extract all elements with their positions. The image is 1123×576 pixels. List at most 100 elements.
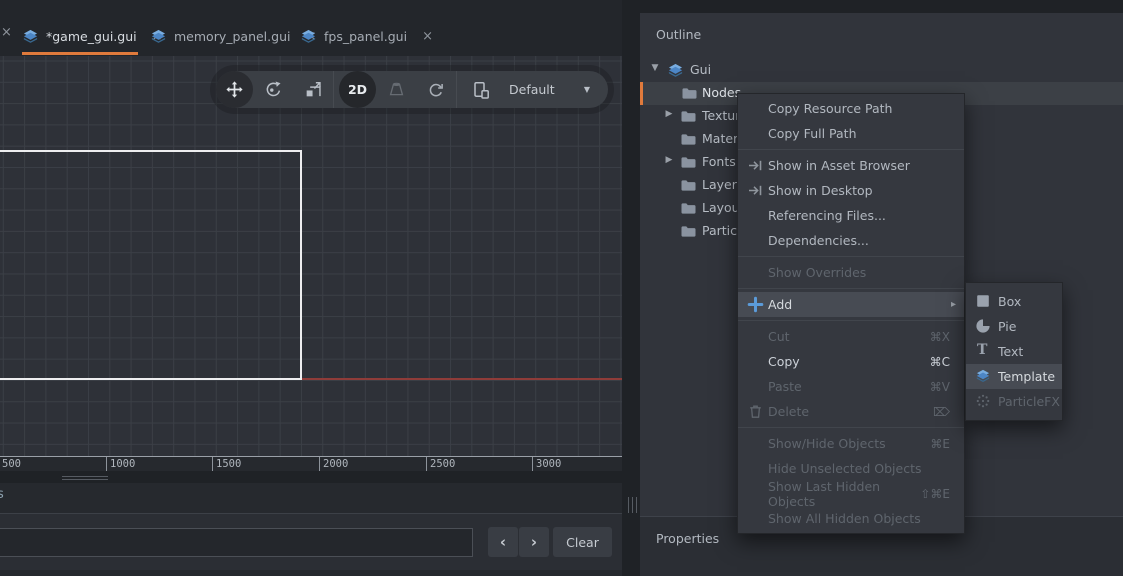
submenu-item-template[interactable]: Template xyxy=(966,364,1062,389)
scene-viewport[interactable]: 2D Default ▼ xyxy=(0,56,622,456)
submenu-item-particlefx[interactable]: ParticleFX xyxy=(966,389,1062,414)
menu-item-show-overrides[interactable]: Show Overrides xyxy=(738,260,964,285)
scale-tool-button[interactable] xyxy=(293,71,333,108)
menu-item-label: Show in Asset Browser xyxy=(768,158,910,173)
menu-item-referencing-files[interactable]: Referencing Files... xyxy=(738,203,964,228)
menu-item-show-in-asset-browser[interactable]: Show in Asset Browser xyxy=(738,153,964,178)
menu-separator xyxy=(738,427,964,428)
menu-separator xyxy=(738,149,964,150)
console-header-band: s xyxy=(0,483,622,513)
menu-item-dependencies[interactable]: Dependencies... xyxy=(738,228,964,253)
gui-scene-icon xyxy=(150,28,167,45)
layout-selector-value[interactable]: Default xyxy=(509,82,555,97)
find-next-button[interactable]: › xyxy=(519,527,549,557)
editor-tab-bar: × *game_gui.gui × memory_panel.gui × fps… xyxy=(0,0,622,56)
ruler-tick: 1000 xyxy=(106,457,135,471)
menu-item-label: Text xyxy=(998,344,1023,359)
ruler-tick: 2500 xyxy=(426,457,455,471)
trash-icon xyxy=(747,403,764,420)
menu-item-label: Referencing Files... xyxy=(768,208,886,223)
goto-icon xyxy=(747,157,764,174)
rotate-icon xyxy=(264,80,283,99)
particlefx-icon xyxy=(975,393,991,409)
find-previous-button[interactable]: ‹ xyxy=(488,527,518,557)
toolbar-separator xyxy=(456,71,457,108)
menu-item-label: Copy Full Path xyxy=(768,126,857,141)
chevron-right-icon[interactable]: ▶ xyxy=(663,155,675,165)
layout-device-button[interactable] xyxy=(461,71,501,108)
ruler-tick: 2000 xyxy=(319,457,348,471)
submenu-item-box[interactable]: Box xyxy=(966,289,1062,314)
text-icon: T xyxy=(977,342,987,358)
menu-item-copy[interactable]: Copy ⌘C xyxy=(738,349,964,374)
chevron-left-icon: ‹ xyxy=(500,533,506,551)
menu-item-show-all-hidden-objects[interactable]: Show All Hidden Objects xyxy=(738,506,964,531)
menu-shortcut: ⌘E xyxy=(930,437,964,451)
ruler-tick: 1500 xyxy=(212,457,241,471)
menu-item-show-last-hidden-objects[interactable]: Show Last Hidden Objects ⇧⌘E xyxy=(738,481,964,506)
scene-toolbar: 2D Default ▼ xyxy=(216,71,608,108)
tab-game-gui[interactable]: *game_gui.gui × xyxy=(18,20,167,53)
console-label-fragment: s xyxy=(0,487,4,502)
menu-item-label: Show Last Hidden Objects xyxy=(768,479,920,509)
menu-item-label: Show Overrides xyxy=(768,265,866,280)
x-axis-line xyxy=(302,378,622,380)
refresh-icon xyxy=(427,81,445,99)
menu-item-label: Paste xyxy=(768,379,802,394)
menu-item-label: Template xyxy=(998,369,1055,384)
realign-camera-button[interactable] xyxy=(416,71,456,108)
tab-label: memory_panel.gui xyxy=(174,29,290,44)
scale-icon xyxy=(304,80,323,99)
plus-icon xyxy=(747,296,764,313)
tab-fps-panel[interactable]: fps_panel.gui × xyxy=(296,20,437,53)
chevron-down-icon[interactable]: ▼ xyxy=(584,85,590,94)
clear-button-label: Clear xyxy=(566,535,599,550)
device-icon xyxy=(471,80,491,100)
menu-item-label: Show in Desktop xyxy=(768,183,873,198)
folder-icon xyxy=(680,131,697,148)
menu-shortcut: ⌘C xyxy=(930,355,964,369)
rotate-tool-button[interactable] xyxy=(253,71,293,108)
menu-item-label: Pie xyxy=(998,319,1016,334)
menu-item-show-in-desktop[interactable]: Show in Desktop xyxy=(738,178,964,203)
submenu-item-text[interactable]: T Text xyxy=(966,339,1062,364)
menu-item-cut[interactable]: Cut ⌘X xyxy=(738,324,964,349)
tab-label: fps_panel.gui xyxy=(324,29,407,44)
gui-canvas-bounds xyxy=(0,150,302,380)
frustum-icon xyxy=(387,80,406,99)
console-bottom-band xyxy=(0,570,622,576)
outline-item-gui[interactable]: ▼ Gui xyxy=(640,59,1123,82)
folder-icon xyxy=(680,223,697,240)
clear-console-button[interactable]: Clear xyxy=(553,527,612,557)
vertical-splitter-handle[interactable] xyxy=(628,497,637,513)
menu-item-label: Box xyxy=(998,294,1021,309)
move-icon xyxy=(225,80,244,99)
menu-item-paste[interactable]: Paste ⌘V xyxy=(738,374,964,399)
menu-item-copy-resource-path[interactable]: Copy Resource Path xyxy=(738,96,964,121)
menu-item-hide-unselected-objects[interactable]: Hide Unselected Objects xyxy=(738,456,964,481)
submenu-arrow-icon: ▸ xyxy=(951,299,964,310)
menu-item-label: Show All Hidden Objects xyxy=(768,511,921,526)
menu-item-label: Add xyxy=(768,297,792,312)
menu-item-label: Dependencies... xyxy=(768,233,869,248)
defold-editor-window: × *game_gui.gui × memory_panel.gui × fps… xyxy=(0,0,1123,576)
folder-icon xyxy=(681,85,698,102)
close-icon[interactable]: × xyxy=(1,25,12,40)
tab-label: *game_gui.gui xyxy=(46,29,137,44)
chevron-down-icon[interactable]: ▼ xyxy=(649,63,661,73)
chevron-right-icon[interactable]: ▶ xyxy=(663,109,675,119)
console-search-input[interactable] xyxy=(0,528,473,557)
move-tool-button[interactable] xyxy=(216,71,253,108)
tab-memory-panel[interactable]: memory_panel.gui × xyxy=(146,20,320,53)
submenu-item-pie[interactable]: Pie xyxy=(966,314,1062,339)
menu-item-copy-full-path[interactable]: Copy Full Path xyxy=(738,121,964,146)
perspective-camera-button[interactable] xyxy=(376,71,416,108)
2d-mode-button[interactable]: 2D xyxy=(339,71,376,108)
toolbar-separator xyxy=(333,71,334,108)
close-icon[interactable]: × xyxy=(422,29,433,44)
menu-item-show-hide-objects[interactable]: Show/Hide Objects ⌘E xyxy=(738,431,964,456)
menu-item-add[interactable]: Add ▸ xyxy=(738,292,964,317)
menu-item-delete[interactable]: Delete ⌦ xyxy=(738,399,964,424)
horizontal-splitter-handle[interactable] xyxy=(62,476,108,480)
menu-shortcut: ⌘X xyxy=(930,330,964,344)
